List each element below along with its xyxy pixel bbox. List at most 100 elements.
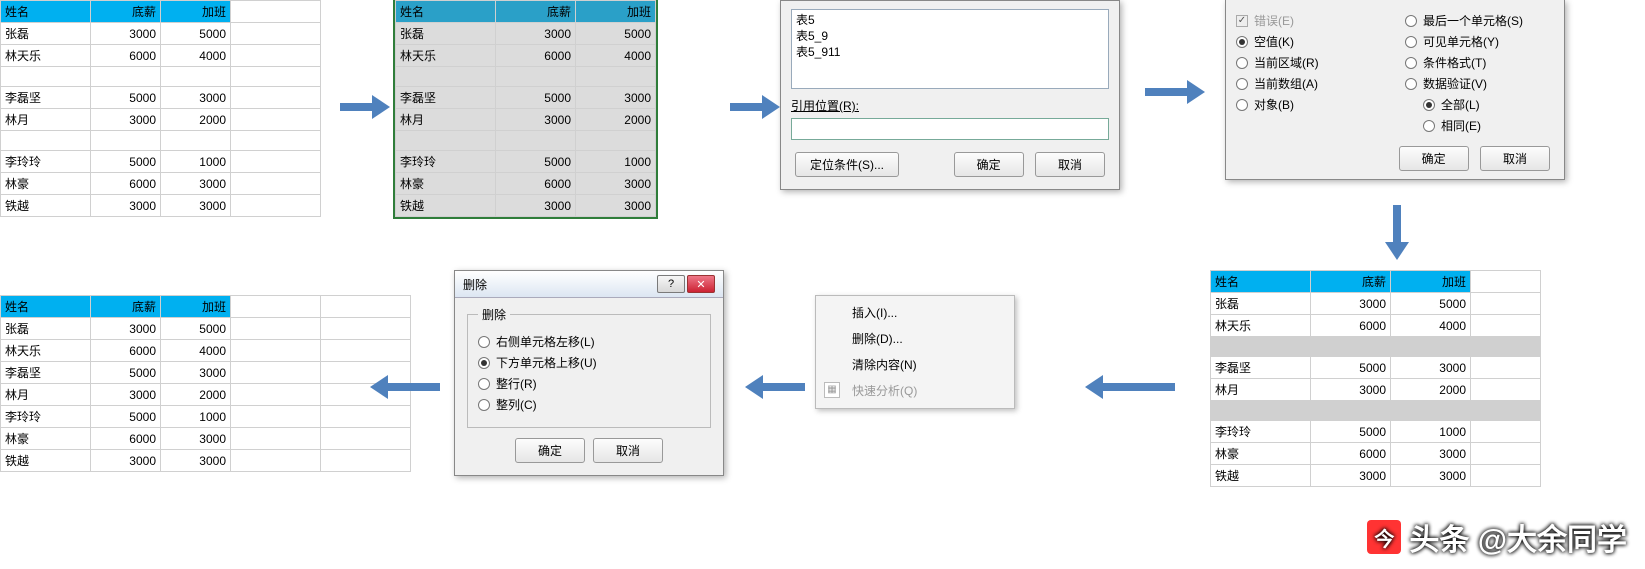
cell[interactable]: 3000 <box>496 23 576 45</box>
cell[interactable] <box>1471 337 1541 357</box>
reference-input[interactable] <box>791 118 1109 140</box>
menu-clear[interactable]: 清除内容(N) <box>816 352 1014 378</box>
cell[interactable]: 6000 <box>91 45 161 67</box>
goto-listbox[interactable]: 表5 表5_9 表5_911 <box>791 9 1109 89</box>
cell[interactable]: 4000 <box>161 45 231 67</box>
spreadsheet-step1[interactable]: 姓名 底薪 加班 张磊30005000林天乐60004000李磊坚5000300… <box>0 0 321 217</box>
cell[interactable]: 林月 <box>1211 379 1311 401</box>
menu-insert[interactable]: 插入(I)... <box>816 300 1014 326</box>
cell[interactable]: 李磊坚 <box>1 362 91 384</box>
cell[interactable] <box>1471 401 1541 421</box>
table-row[interactable]: 李玲玲50001000 <box>1 406 411 428</box>
cell[interactable] <box>231 23 321 45</box>
menu-delete[interactable]: 删除(D)... <box>816 326 1014 352</box>
cell[interactable] <box>1311 401 1391 421</box>
table-row[interactable]: 张磊30005000 <box>396 23 656 45</box>
cell[interactable]: 林豪 <box>1 428 91 450</box>
cell[interactable]: 1000 <box>161 151 231 173</box>
cell[interactable]: 李磊坚 <box>1211 357 1311 379</box>
cell[interactable]: 张磊 <box>396 23 496 45</box>
cell[interactable]: 5000 <box>91 151 161 173</box>
table-row[interactable] <box>1211 337 1541 357</box>
radio[interactable] <box>1423 120 1435 132</box>
list-item[interactable]: 表5_911 <box>796 44 1104 60</box>
cell[interactable]: 3000 <box>91 450 161 472</box>
radio-entire-col[interactable] <box>478 399 490 411</box>
ok-button[interactable]: 确定 <box>515 438 585 463</box>
cell[interactable]: 3000 <box>91 195 161 217</box>
cell[interactable]: 5000 <box>91 87 161 109</box>
cell[interactable] <box>1471 379 1541 401</box>
cell[interactable]: 2000 <box>161 109 231 131</box>
table-row[interactable]: 张磊30005000 <box>1 23 321 45</box>
cell[interactable] <box>231 195 321 217</box>
cell[interactable] <box>1211 401 1311 421</box>
goto-special-button[interactable]: 定位条件(S)... <box>795 152 899 177</box>
cell[interactable]: 6000 <box>496 45 576 67</box>
cancel-button[interactable]: 取消 <box>1035 152 1105 177</box>
cell[interactable] <box>231 450 321 472</box>
cell[interactable] <box>231 109 321 131</box>
cell[interactable]: 6000 <box>91 340 161 362</box>
cell[interactable] <box>396 131 496 151</box>
radio[interactable] <box>1405 15 1417 27</box>
cell[interactable]: 张磊 <box>1211 293 1311 315</box>
radio[interactable] <box>1236 99 1248 111</box>
cell[interactable]: 李玲玲 <box>1211 421 1311 443</box>
cell[interactable]: 3000 <box>161 87 231 109</box>
table-row[interactable]: 林天乐60004000 <box>1 45 321 67</box>
table-row[interactable]: 李磊坚50003000 <box>1 362 411 384</box>
table-row[interactable]: 铁越30003000 <box>1 450 411 472</box>
cell[interactable]: 铁越 <box>1 450 91 472</box>
cell[interactable] <box>1471 465 1541 487</box>
cancel-button[interactable]: 取消 <box>593 438 663 463</box>
cell[interactable]: 3000 <box>576 173 656 195</box>
cell[interactable]: 5000 <box>1311 421 1391 443</box>
cell[interactable] <box>231 406 321 428</box>
cell[interactable]: 李磊坚 <box>396 87 496 109</box>
cell[interactable] <box>576 131 656 151</box>
cell[interactable]: 林天乐 <box>396 45 496 67</box>
cell[interactable]: 3000 <box>1311 465 1391 487</box>
help-icon[interactable]: ? <box>657 275 685 293</box>
cell[interactable] <box>1471 357 1541 379</box>
cell[interactable]: 3000 <box>161 428 231 450</box>
cell[interactable]: 6000 <box>91 173 161 195</box>
table-row[interactable]: 林月30002000 <box>1 109 321 131</box>
table-row[interactable]: 李玲玲50001000 <box>1211 421 1541 443</box>
cell[interactable] <box>1 131 91 151</box>
cell[interactable]: 1000 <box>161 406 231 428</box>
spreadsheet-step5-blanks-selected[interactable]: 姓名 底薪 加班 张磊30005000林天乐60004000李磊坚5000300… <box>1210 270 1541 487</box>
cell[interactable]: 3000 <box>1391 465 1471 487</box>
cell[interactable]: 林天乐 <box>1211 315 1311 337</box>
cell[interactable]: 林月 <box>1 384 91 406</box>
radio[interactable] <box>1423 99 1435 111</box>
ok-button[interactable]: 确定 <box>1399 146 1469 171</box>
cell[interactable]: 3000 <box>91 109 161 131</box>
table-row[interactable]: 林月30002000 <box>396 109 656 131</box>
table-row[interactable]: 林天乐60004000 <box>396 45 656 67</box>
cell[interactable]: 5000 <box>1391 293 1471 315</box>
cell[interactable] <box>321 406 411 428</box>
cell[interactable] <box>231 173 321 195</box>
table-row[interactable]: 林月30002000 <box>1 384 411 406</box>
table-row[interactable]: 张磊30005000 <box>1 318 411 340</box>
radio[interactable] <box>1405 78 1417 90</box>
cell[interactable]: 5000 <box>1311 357 1391 379</box>
cell[interactable]: 张磊 <box>1 318 91 340</box>
spreadsheet-step8-result[interactable]: 姓名 底薪 加班 张磊30005000林天乐60004000李磊坚5000300… <box>0 295 411 472</box>
cell[interactable] <box>1211 337 1311 357</box>
cell[interactable]: 林天乐 <box>1 45 91 67</box>
cell[interactable] <box>496 67 576 87</box>
table-row[interactable]: 铁越30003000 <box>1211 465 1541 487</box>
cell[interactable]: 3000 <box>91 23 161 45</box>
cell[interactable]: 3000 <box>161 173 231 195</box>
radio-shift-left[interactable] <box>478 336 490 348</box>
table-row[interactable]: 林豪60003000 <box>1 428 411 450</box>
table-row[interactable]: 林月30002000 <box>1211 379 1541 401</box>
cell[interactable]: 4000 <box>161 340 231 362</box>
cell[interactable]: 3000 <box>576 195 656 217</box>
cell[interactable]: 3000 <box>161 450 231 472</box>
cell[interactable] <box>396 67 496 87</box>
cell[interactable]: 3000 <box>91 384 161 406</box>
